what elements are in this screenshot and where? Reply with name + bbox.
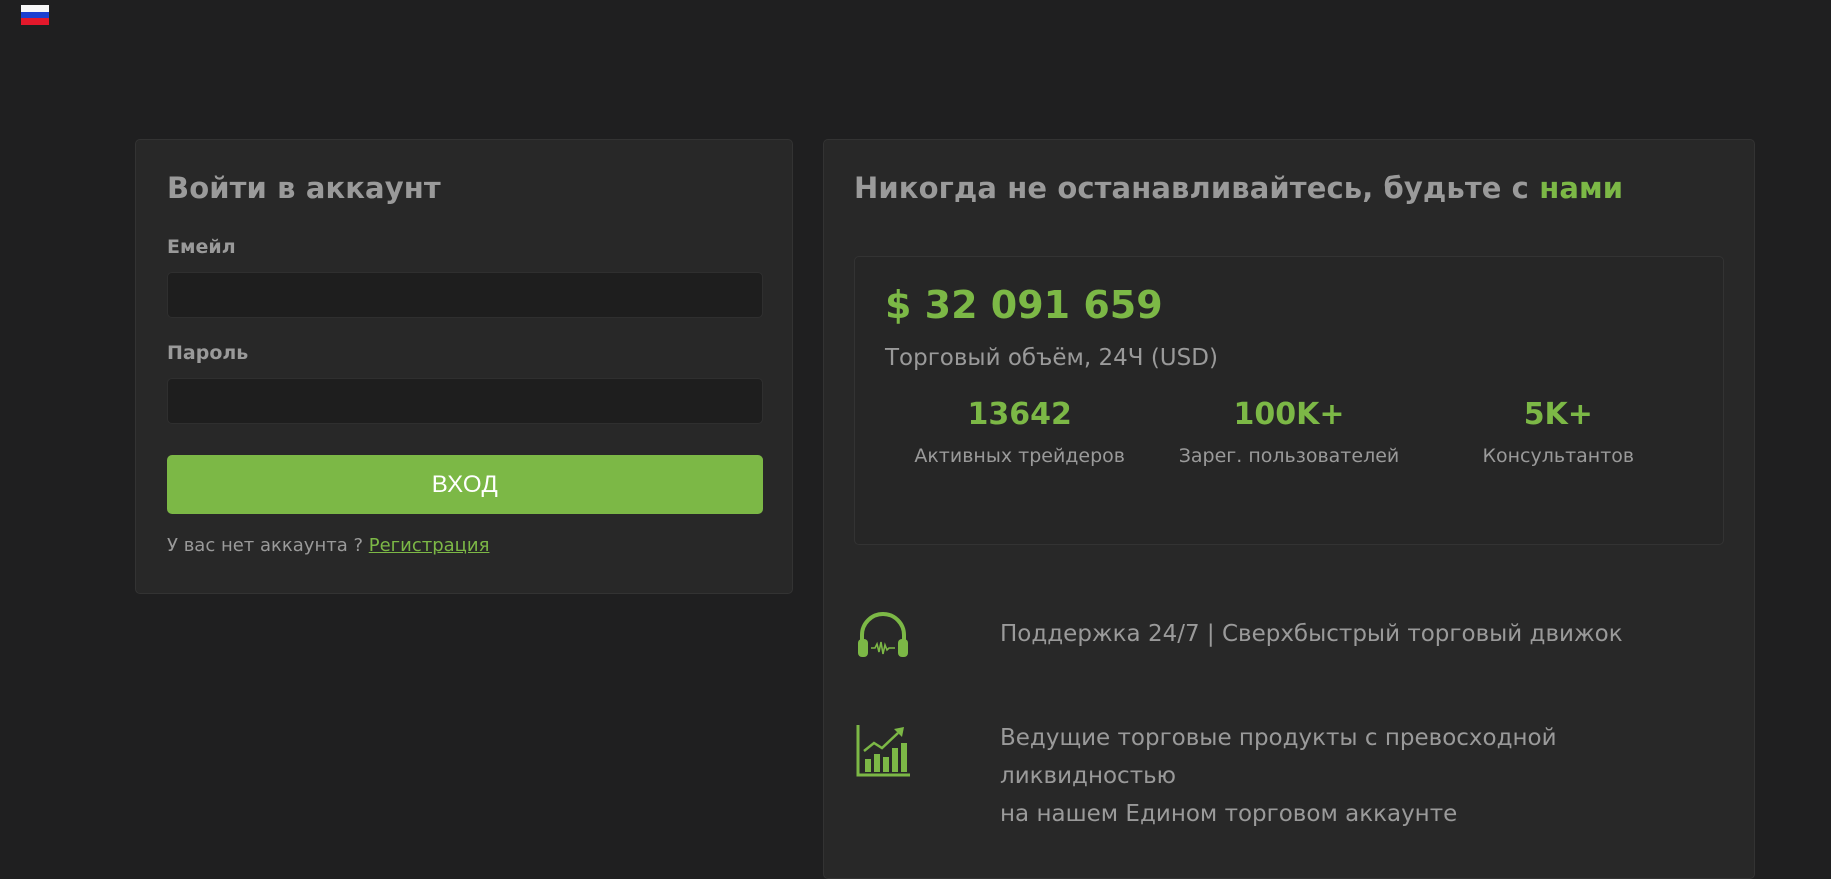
flag-stripe-white xyxy=(21,5,49,12)
russian-flag-icon[interactable] xyxy=(21,5,49,25)
stat-consultants: 5K+ Консультантов xyxy=(1424,397,1693,467)
stat-label: Зарег. пользователей xyxy=(1178,445,1400,467)
trading-volume-label: Торговый объём, 24Ч (USD) xyxy=(885,345,1218,371)
stats-row: 13642 Активных трейдеров 100K+ Зарег. по… xyxy=(885,397,1693,467)
stats-panel: $ 32 091 659 Торговый объём, 24Ч (USD) 1… xyxy=(854,256,1724,545)
password-label: Пароль xyxy=(167,342,249,364)
stat-registered-users: 100K+ Зарег. пользователей xyxy=(1154,397,1423,467)
chart-growth-icon xyxy=(856,725,910,777)
feature-products-line-2: на нашем Едином торговом аккаунте xyxy=(1000,801,1458,827)
login-button[interactable]: ВХОД xyxy=(167,455,763,514)
feature-support-text: Поддержка 24/7 | Сверхбыстрый торговый д… xyxy=(1000,621,1623,647)
promo-headline: Никогда не останавливайтесь, будьте с на… xyxy=(854,168,1724,208)
flag-stripe-red xyxy=(21,18,49,25)
flag-stripe-blue xyxy=(21,11,49,19)
login-title: Войти в аккаунт xyxy=(167,171,441,205)
stat-value: 5K+ xyxy=(1523,397,1593,432)
stat-label: Активных трейдеров xyxy=(914,445,1125,467)
promo-headline-text: Никогда не останавливайтесь, будьте с xyxy=(854,171,1540,205)
stat-label: Консультантов xyxy=(1482,445,1635,467)
password-field[interactable] xyxy=(167,378,763,424)
feature-products-text: Ведущие торговые продукты с превосходной… xyxy=(1000,719,1724,833)
no-account-text: У вас нет аккаунта ? xyxy=(167,535,369,556)
register-link[interactable]: Регистрация xyxy=(369,535,490,556)
promo-headline-accent: нами xyxy=(1539,171,1624,205)
stat-active-traders: 13642 Активных трейдеров xyxy=(885,397,1154,467)
stat-value: 100K+ xyxy=(1233,397,1345,432)
trading-volume-value: $ 32 091 659 xyxy=(885,283,1163,327)
email-field[interactable] xyxy=(167,272,763,318)
feature-products: Ведущие торговые продукты с превосходной… xyxy=(854,721,1724,833)
headphones-icon xyxy=(858,612,908,657)
login-card: Войти в аккаунт Емейл Пароль ВХОД У вас … xyxy=(135,139,793,594)
promo-card: Никогда не останавливайтесь, будьте с на… xyxy=(823,139,1755,879)
email-label: Емейл xyxy=(167,236,236,258)
feature-support: Поддержка 24/7 | Сверхбыстрый торговый д… xyxy=(854,607,1724,665)
register-prompt: У вас нет аккаунта ? Регистрация xyxy=(167,535,762,556)
feature-products-line-1: Ведущие торговые продукты с превосходной… xyxy=(1000,725,1557,789)
stat-value: 13642 xyxy=(967,397,1072,432)
